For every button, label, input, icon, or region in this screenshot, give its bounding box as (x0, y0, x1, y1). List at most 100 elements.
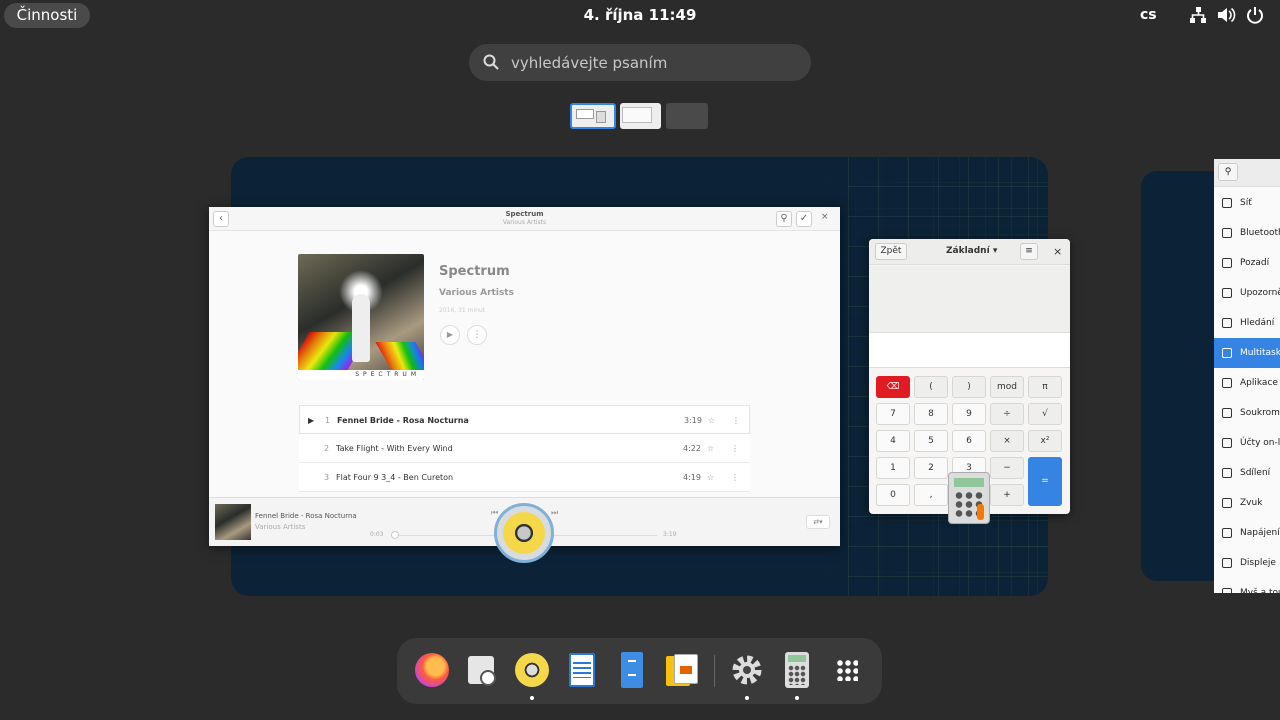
clock-container: 4. října 11:49 (0, 6, 1280, 24)
track-menu-icon[interactable]: ⋮ (731, 473, 739, 482)
key-button[interactable]: − (990, 457, 1024, 479)
backspace-button[interactable]: ⌫ (876, 376, 910, 398)
display-input[interactable] (869, 332, 1070, 368)
key-button[interactable]: × (990, 430, 1024, 452)
equals-button[interactable]: = (1028, 457, 1062, 506)
keyboard-layout-indicator[interactable]: cs (1140, 7, 1157, 23)
key-button[interactable]: 8 (914, 403, 948, 425)
album-menu-button[interactable]: ⋮ (467, 325, 487, 345)
settings-icon[interactable] (727, 650, 767, 690)
key-button[interactable]: 7 (876, 403, 910, 425)
search-icon[interactable]: ⚲ (1218, 163, 1238, 181)
repeat-mode-button[interactable]: ⇄▾ (806, 515, 830, 529)
network-icon[interactable] (1188, 5, 1208, 25)
sidebar-item[interactable]: Sdílení (1214, 458, 1280, 488)
star-icon[interactable]: ☆ (707, 444, 714, 453)
settings-header: ⚲ (1214, 159, 1280, 187)
display-icon (1222, 558, 1232, 568)
key-button[interactable]: 5 (914, 430, 948, 452)
sidebar-item[interactable]: Hledání (1214, 308, 1280, 338)
key-button[interactable]: ) (952, 376, 986, 398)
sidebar-item[interactable]: Účty on-li (1214, 428, 1280, 458)
workspace-thumbnail-2[interactable] (620, 103, 661, 129)
evolution-icon[interactable] (462, 650, 502, 690)
track-row[interactable]: ▶ 1 Fennel Bride - Rosa Nocturna 3:19 ☆ … (299, 405, 750, 434)
workspace-thumbnail-3[interactable] (666, 103, 708, 129)
key-button[interactable]: 9 (952, 403, 986, 425)
rhythmbox-icon[interactable] (512, 650, 552, 690)
key-button[interactable]: 0 (876, 484, 910, 506)
hand-icon (1222, 408, 1232, 418)
firefox-icon[interactable] (412, 650, 452, 690)
speaker-icon (1222, 498, 1232, 508)
calculator-icon[interactable] (777, 650, 817, 690)
sidebar-item-label: Sdílení (1240, 468, 1271, 478)
key-button[interactable]: 6 (952, 430, 986, 452)
sidebar-item[interactable]: Napájení (1214, 518, 1280, 548)
key-button[interactable]: √ (1028, 403, 1062, 425)
sidebar-item[interactable]: Bluetooth (1214, 218, 1280, 248)
progress-knob[interactable] (391, 531, 399, 539)
now-playing-title: Fennel Bride - Rosa Nocturna (255, 512, 357, 520)
workspace-thumbnail-1[interactable] (570, 103, 616, 129)
key-button[interactable]: mod (990, 376, 1024, 398)
sidebar-item[interactable]: Aplikace (1214, 368, 1280, 398)
music-window[interactable]: ‹ Spectrum Various Artists ⚲ ✓ × SPECTRU… (209, 207, 840, 546)
next-icon[interactable]: ⏭ (551, 508, 558, 518)
key-button[interactable]: x² (1028, 430, 1062, 452)
volume-icon[interactable] (1216, 5, 1236, 25)
star-icon[interactable]: ☆ (708, 416, 715, 425)
key-button[interactable]: ÷ (990, 403, 1024, 425)
libreoffice-impress-icon[interactable] (662, 650, 702, 690)
sidebar-item[interactable]: Multitask (1214, 338, 1280, 368)
share-icon (1222, 468, 1232, 478)
sidebar-item[interactable]: Upozorně (1214, 278, 1280, 308)
sidebar-item[interactable]: Síť (1214, 188, 1280, 218)
close-icon[interactable]: × (1053, 245, 1062, 258)
mode-label: Základní (946, 246, 990, 256)
activities-button[interactable]: Činnosti (4, 3, 90, 28)
bell-icon (1222, 288, 1232, 298)
track-row[interactable]: 3 Flat Four 9 3_4 - Ben Cureton 4:19 ☆ ⋮ (299, 463, 750, 492)
track-duration: 4:19 (683, 473, 701, 482)
sidebar-item[interactable]: Pozadí (1214, 248, 1280, 278)
track-menu-icon[interactable]: ⋮ (732, 416, 740, 425)
close-icon[interactable]: × (821, 212, 829, 222)
key-button[interactable]: 4 (876, 430, 910, 452)
app-grid-icon[interactable] (827, 650, 867, 690)
previous-icon[interactable]: ⏮ (491, 508, 498, 518)
key-button[interactable]: 2 (914, 457, 948, 479)
sidebar-item-label: Aplikace (1240, 378, 1278, 388)
track-menu-icon[interactable]: ⋮ (731, 444, 739, 453)
sidebar-item[interactable]: Zvuk (1214, 488, 1280, 518)
track-row[interactable]: 2 Take Flight - With Every Wind 4:22 ☆ ⋮ (299, 434, 750, 463)
settings-window[interactable]: ⚲ Síť Bluetooth Pozadí Upozorně Hledání Multi… (1214, 159, 1280, 593)
power-icon[interactable] (1245, 5, 1265, 25)
header-title: Spectrum (505, 210, 544, 218)
key-button[interactable]: ( (914, 376, 948, 398)
key-button[interactable]: , (914, 484, 948, 506)
sidebar-item[interactable]: Soukromí (1214, 398, 1280, 428)
hamburger-menu-icon[interactable]: ≡ (1020, 243, 1038, 260)
sidebar-item[interactable]: Displeje (1214, 548, 1280, 578)
libreoffice-writer-icon[interactable] (562, 650, 602, 690)
search-bar[interactable] (469, 44, 811, 81)
mode-selector[interactable]: Základní ▾ (946, 246, 997, 256)
search-button[interactable]: ⚲ (776, 211, 792, 227)
select-button[interactable]: ✓ (796, 211, 812, 227)
key-button[interactable]: π (1028, 376, 1062, 398)
sidebar-item[interactable]: Myš a tou (1214, 578, 1280, 593)
total-time: 3:19 (663, 531, 677, 538)
play-album-button[interactable]: ▶ (440, 325, 460, 345)
files-icon[interactable] (612, 650, 652, 690)
clock[interactable]: 4. října 11:49 (584, 6, 697, 24)
key-button[interactable]: 1 (876, 457, 910, 479)
apps-icon (1222, 378, 1232, 388)
search-input[interactable] (511, 44, 791, 81)
key-button[interactable]: + (990, 484, 1024, 506)
cover-label: SPECTRUM (298, 370, 424, 380)
sidebar-item-label: Napájení (1240, 528, 1280, 538)
sidebar-item-label: Displeje (1240, 558, 1276, 568)
star-icon[interactable]: ☆ (707, 473, 714, 482)
back-button[interactable]: Zpět (875, 243, 907, 260)
